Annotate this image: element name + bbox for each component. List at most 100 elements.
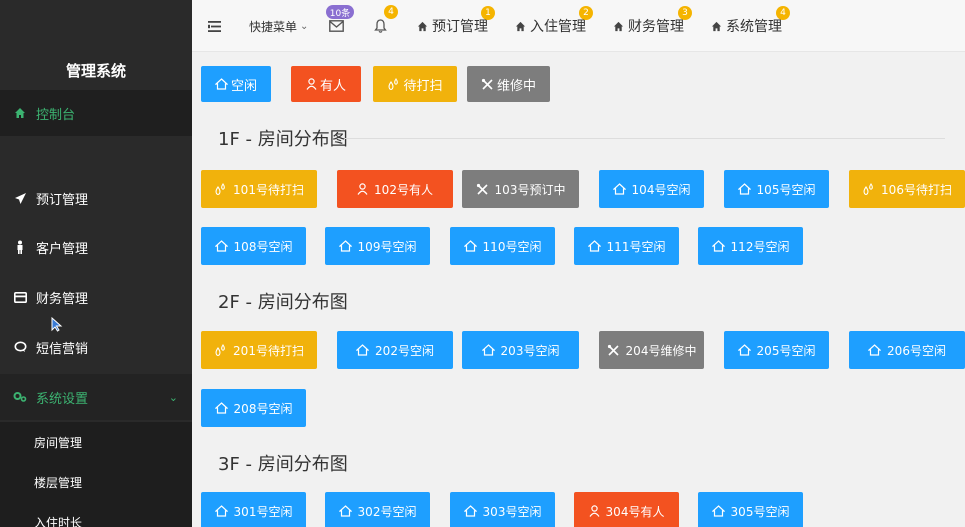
room-label: 101号待打扫 [233, 182, 304, 197]
room-label: 105号空闲 [756, 182, 816, 197]
sidebar-item-label: 预订管理 [36, 192, 89, 208]
room-card[interactable]: 304号有人 [574, 492, 679, 527]
tab-label: 入住管理 [530, 19, 586, 35]
floor-title: 1F - 房间分布图 [218, 129, 348, 150]
sidebar-item-settings[interactable]: 系统设置 ⌄ [0, 374, 192, 420]
room-label: 204号维修中 [625, 343, 697, 358]
room-label: 112号空闲 [730, 239, 790, 254]
sidebar-item-booking[interactable]: 预订管理 [0, 175, 192, 221]
room-label: 108号空闲 [233, 239, 293, 254]
room-card[interactable]: 205号空闲 [724, 331, 829, 369]
house-icon [587, 240, 601, 252]
room-card[interactable]: 109号空闲 [325, 227, 430, 265]
tab-finance[interactable]: 财务管理 [613, 0, 684, 52]
house-icon [711, 240, 725, 252]
room-card[interactable]: 208号空闲 [201, 389, 306, 427]
tab-badge: 4 [776, 6, 790, 20]
sidebar-subitem-floors[interactable]: 楼层管理 [0, 462, 192, 502]
room-label: 201号待打扫 [233, 343, 304, 358]
legend-occupied-button[interactable]: 有人 [291, 66, 361, 102]
house-icon [356, 344, 370, 356]
room-label: 104号空闲 [631, 182, 691, 197]
house-icon [737, 344, 751, 356]
house-icon [737, 183, 751, 195]
room-card[interactable]: 110号空闲 [450, 227, 555, 265]
legend-label: 空闲 [230, 78, 257, 94]
room-card[interactable]: 104号空闲 [599, 170, 704, 208]
room-label: 302号空闲 [357, 504, 417, 519]
send-icon [12, 190, 28, 206]
room-label: 110号空闲 [482, 239, 542, 254]
menu-toggle-icon[interactable] [208, 0, 221, 52]
person-icon [589, 505, 600, 517]
quick-menu-label: 快捷菜单 [249, 19, 298, 34]
tab-system[interactable]: 系统管理 [711, 0, 782, 52]
drops-icon [214, 343, 227, 357]
room-card[interactable]: 303号空闲 [450, 492, 555, 527]
top-bar: 快捷菜单 ⌄ 10条 4 预订管理 1 入住管理 2 财务管理 3 系统管理 4 [192, 0, 965, 52]
home-icon [711, 21, 722, 31]
room-label: 102号有人 [374, 182, 433, 197]
room-label: 305号空闲 [730, 504, 790, 519]
house-icon [868, 344, 882, 356]
room-card[interactable]: 102号有人 [337, 170, 453, 208]
room-card[interactable]: 206号空闲 [849, 331, 965, 369]
sidebar-item-label: 客户管理 [36, 241, 89, 257]
room-card[interactable]: 105号空闲 [724, 170, 829, 208]
house-icon [214, 402, 228, 414]
room-card[interactable]: 302号空闲 [325, 492, 430, 527]
legend-dirty-button[interactable]: 待打扫 [373, 66, 457, 102]
tab-booking[interactable]: 预订管理 [417, 0, 488, 52]
app-title: 管理系统 [65, 62, 126, 80]
room-card[interactable]: 201号待打扫 [201, 331, 317, 369]
room-card[interactable]: 203号空闲 [462, 331, 579, 369]
legend-label: 维修中 [496, 78, 536, 94]
sidebar-item-customers[interactable]: 客户管理 [0, 224, 192, 270]
home-icon [12, 105, 28, 121]
room-card[interactable]: 101号待打扫 [201, 170, 317, 208]
room-label: 205号空闲 [756, 343, 816, 358]
sidebar-item-label: 控制台 [36, 107, 76, 123]
room-card[interactable]: 204号维修中 [599, 331, 704, 369]
house-icon [463, 505, 477, 517]
room-label: 203号空闲 [500, 343, 560, 358]
settings-icon [12, 389, 28, 405]
legend-free-button[interactable]: 空闲 [201, 66, 271, 102]
chat-icon [12, 339, 28, 355]
mail-badge: 10条 [326, 5, 354, 19]
chevron-down-icon: ⌄ [168, 390, 178, 404]
sidebar-subitem-rooms[interactable]: 房间管理 [0, 422, 192, 462]
sidebar-item-dashboard[interactable]: 控制台 [0, 90, 192, 136]
room-card[interactable]: 106号待打扫 [849, 170, 965, 208]
mouse-cursor-icon [51, 316, 63, 336]
room-card[interactable]: 305号空闲 [698, 492, 803, 527]
tools-icon [481, 78, 494, 91]
room-card[interactable]: 111号空闲 [574, 227, 679, 265]
room-card[interactable]: 301号空闲 [201, 492, 306, 527]
sidebar-subitem-stay-duration[interactable]: 入住时长 [0, 502, 192, 527]
tab-checkin[interactable]: 入住管理 [515, 0, 586, 52]
sidebar-item-finance[interactable]: 财务管理 [0, 274, 192, 320]
legend-repair-button[interactable]: 维修中 [467, 66, 550, 102]
room-label: 202号空闲 [375, 343, 434, 358]
room-card[interactable]: 108号空闲 [201, 227, 306, 265]
bell-badge: 4 [384, 5, 398, 19]
legend-label: 有人 [319, 78, 346, 94]
room-card[interactable]: 103号预订中 [462, 170, 579, 208]
person-icon [357, 183, 368, 195]
room-label: 103号预订中 [494, 182, 566, 197]
room-card[interactable]: 202号空闲 [337, 331, 453, 369]
home-icon [417, 21, 428, 31]
home-icon [613, 21, 624, 31]
quick-menu-dropdown[interactable]: 快捷菜单 ⌄ [249, 0, 308, 52]
chevron-down-icon: ⌄ [300, 20, 309, 32]
house-icon [338, 240, 352, 252]
drops-icon [387, 77, 400, 91]
drops-icon [862, 182, 875, 196]
divider [345, 138, 945, 139]
room-label: 208号空闲 [233, 401, 293, 416]
sidebar-item-sms[interactable]: 短信营销 [0, 324, 192, 370]
house-icon [338, 505, 352, 517]
house-icon [463, 240, 477, 252]
room-card[interactable]: 112号空闲 [698, 227, 803, 265]
